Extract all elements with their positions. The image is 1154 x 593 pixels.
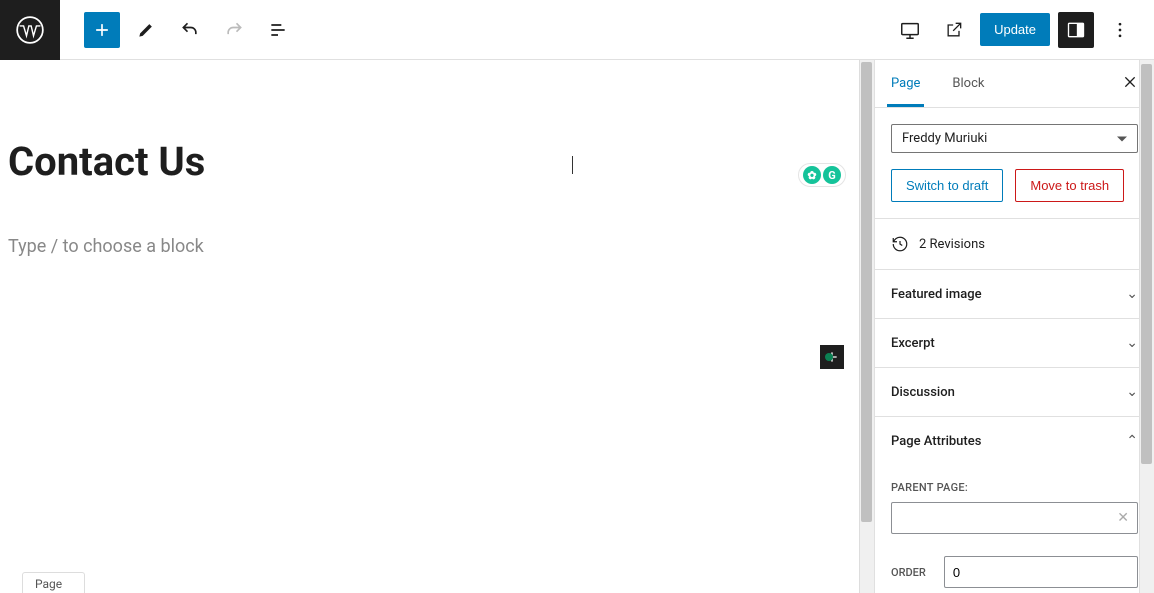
empty-block-placeholder[interactable]: Type / to choose a block bbox=[8, 236, 832, 257]
move-to-trash-button[interactable]: Move to trash bbox=[1015, 169, 1124, 202]
featured-image-panel-toggle[interactable]: Featured image ⌄ bbox=[875, 270, 1154, 319]
list-view-icon bbox=[268, 20, 288, 40]
redo-icon bbox=[224, 20, 244, 40]
page-attributes-label: Page Attributes bbox=[891, 434, 981, 449]
page-scrollbar[interactable] bbox=[1139, 60, 1154, 593]
pencil-icon bbox=[136, 20, 156, 40]
parent-page-label: PARENT PAGE: bbox=[891, 481, 1138, 494]
grammarly-status-icon: G bbox=[823, 166, 841, 184]
desktop-icon bbox=[899, 19, 921, 41]
excerpt-panel-toggle[interactable]: Excerpt ⌄ bbox=[875, 319, 1154, 368]
excerpt-label: Excerpt bbox=[891, 336, 935, 351]
chevron-up-icon: ⌃ bbox=[1126, 433, 1138, 449]
parent-page-input[interactable]: ✕ bbox=[891, 502, 1138, 534]
plus-icon bbox=[92, 20, 112, 40]
sidebar-icon bbox=[1066, 20, 1086, 40]
discussion-panel-toggle[interactable]: Discussion ⌄ bbox=[875, 368, 1154, 417]
tools-button[interactable] bbox=[128, 12, 164, 48]
chevron-down-icon: ⌄ bbox=[1126, 335, 1138, 351]
revisions-label: 2 Revisions bbox=[919, 237, 985, 252]
switch-to-draft-button[interactable]: Switch to draft bbox=[891, 169, 1003, 202]
chevron-down-icon: ⌄ bbox=[1126, 384, 1138, 400]
wordpress-icon bbox=[16, 16, 44, 44]
page-scrollbar-thumb[interactable] bbox=[1141, 64, 1152, 464]
settings-toggle[interactable] bbox=[1058, 12, 1094, 48]
history-icon bbox=[891, 235, 909, 253]
more-vertical-icon bbox=[1110, 20, 1130, 40]
text-caret bbox=[572, 156, 573, 174]
revisions-button[interactable]: 2 Revisions bbox=[875, 219, 1154, 270]
editor-canvas[interactable]: Contact Us Type / to choose a block ✿ G bbox=[0, 60, 874, 593]
undo-icon bbox=[180, 20, 200, 40]
author-select-value: Freddy Muriuki bbox=[902, 131, 987, 146]
view-page-button[interactable] bbox=[936, 12, 972, 48]
clear-parent-button[interactable]: ✕ bbox=[1117, 510, 1129, 526]
order-label: ORDER bbox=[891, 566, 926, 579]
chevron-down-icon: ⌄ bbox=[1126, 286, 1138, 302]
top-toolbar: Update bbox=[0, 0, 1154, 60]
redo-button bbox=[216, 12, 252, 48]
order-input[interactable] bbox=[944, 556, 1138, 588]
block-breadcrumb[interactable]: Page bbox=[22, 572, 85, 593]
external-link-icon bbox=[944, 20, 964, 40]
featured-image-label: Featured image bbox=[891, 287, 982, 302]
update-button[interactable]: Update bbox=[980, 13, 1050, 46]
tab-page[interactable]: Page bbox=[875, 61, 936, 106]
editor-scrollbar[interactable] bbox=[859, 60, 874, 593]
view-button[interactable] bbox=[892, 12, 928, 48]
close-icon bbox=[1122, 74, 1138, 90]
status-dot-icon bbox=[825, 353, 833, 361]
document-overview-button[interactable] bbox=[260, 12, 296, 48]
settings-sidebar: Page Block Freddy Muriuki Switch to draf… bbox=[874, 60, 1154, 593]
editor-scrollbar-thumb[interactable] bbox=[861, 62, 872, 522]
undo-button[interactable] bbox=[172, 12, 208, 48]
page-attributes-panel-toggle[interactable]: Page Attributes ⌃ bbox=[875, 417, 1154, 465]
grammarly-icon: ✿ bbox=[803, 166, 821, 184]
page-title[interactable]: Contact Us bbox=[8, 140, 832, 184]
tab-block[interactable]: Block bbox=[936, 61, 1000, 106]
grammarly-widget[interactable]: ✿ G bbox=[798, 163, 846, 187]
author-select[interactable]: Freddy Muriuki bbox=[891, 124, 1138, 153]
options-button[interactable] bbox=[1102, 12, 1138, 48]
page-attributes-body: PARENT PAGE: ✕ ORDER bbox=[875, 465, 1154, 593]
wordpress-logo[interactable] bbox=[0, 0, 60, 60]
add-block-toggle[interactable] bbox=[84, 12, 120, 48]
discussion-label: Discussion bbox=[891, 385, 955, 400]
